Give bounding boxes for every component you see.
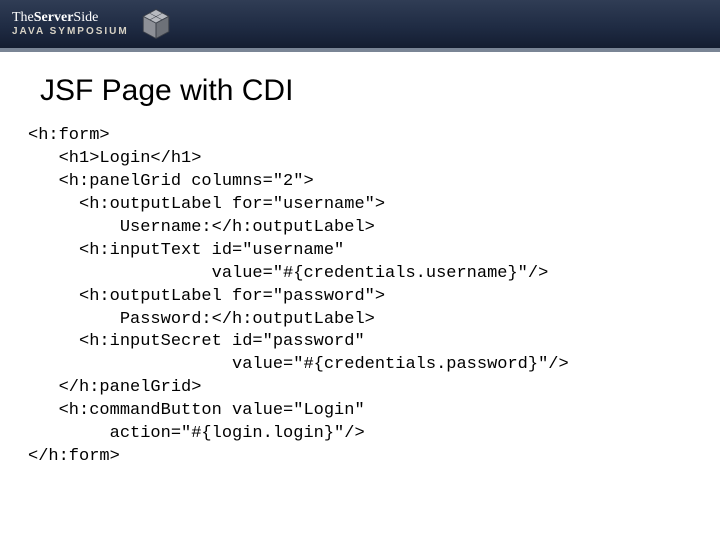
brand-word-server: Server bbox=[34, 10, 74, 25]
code-block: <h:form> <h1>Login</h1> <h:panelGrid col… bbox=[28, 125, 720, 469]
brand-logo-text: TheServerSide JAVA SYMPOSIUM bbox=[12, 11, 129, 37]
code-line: action="#{login.login}"/> bbox=[28, 424, 365, 443]
code-line: value="#{credentials.username}"/> bbox=[28, 264, 548, 283]
code-line: <h1>Login</h1> bbox=[28, 149, 201, 168]
cube-icon bbox=[139, 7, 173, 41]
code-line: Username:</h:outputLabel> bbox=[28, 218, 375, 237]
code-line: <h:outputLabel for="username"> bbox=[28, 195, 385, 214]
brand-line-2: JAVA SYMPOSIUM bbox=[12, 27, 129, 37]
code-line: <h:panelGrid columns="2"> bbox=[28, 172, 314, 191]
code-line: <h:commandButton value="Login" bbox=[28, 401, 365, 420]
code-line: </h:panelGrid> bbox=[28, 378, 201, 397]
code-line: value="#{credentials.password}"/> bbox=[28, 355, 569, 374]
code-line: <h:inputSecret id="password" bbox=[28, 332, 365, 351]
code-line: <h:form> bbox=[28, 126, 110, 145]
code-line: </h:form> bbox=[28, 447, 120, 466]
brand-word-the: The bbox=[12, 10, 34, 25]
slide-title: JSF Page with CDI bbox=[40, 74, 720, 108]
brand-line-1: TheServerSide bbox=[12, 11, 129, 25]
code-line: <h:inputText id="username" bbox=[28, 241, 344, 260]
header-bar: TheServerSide JAVA SYMPOSIUM bbox=[0, 0, 720, 52]
code-line: Password:</h:outputLabel> bbox=[28, 310, 375, 329]
code-line: <h:outputLabel for="password"> bbox=[28, 287, 385, 306]
brand-word-side: Side bbox=[73, 10, 98, 25]
